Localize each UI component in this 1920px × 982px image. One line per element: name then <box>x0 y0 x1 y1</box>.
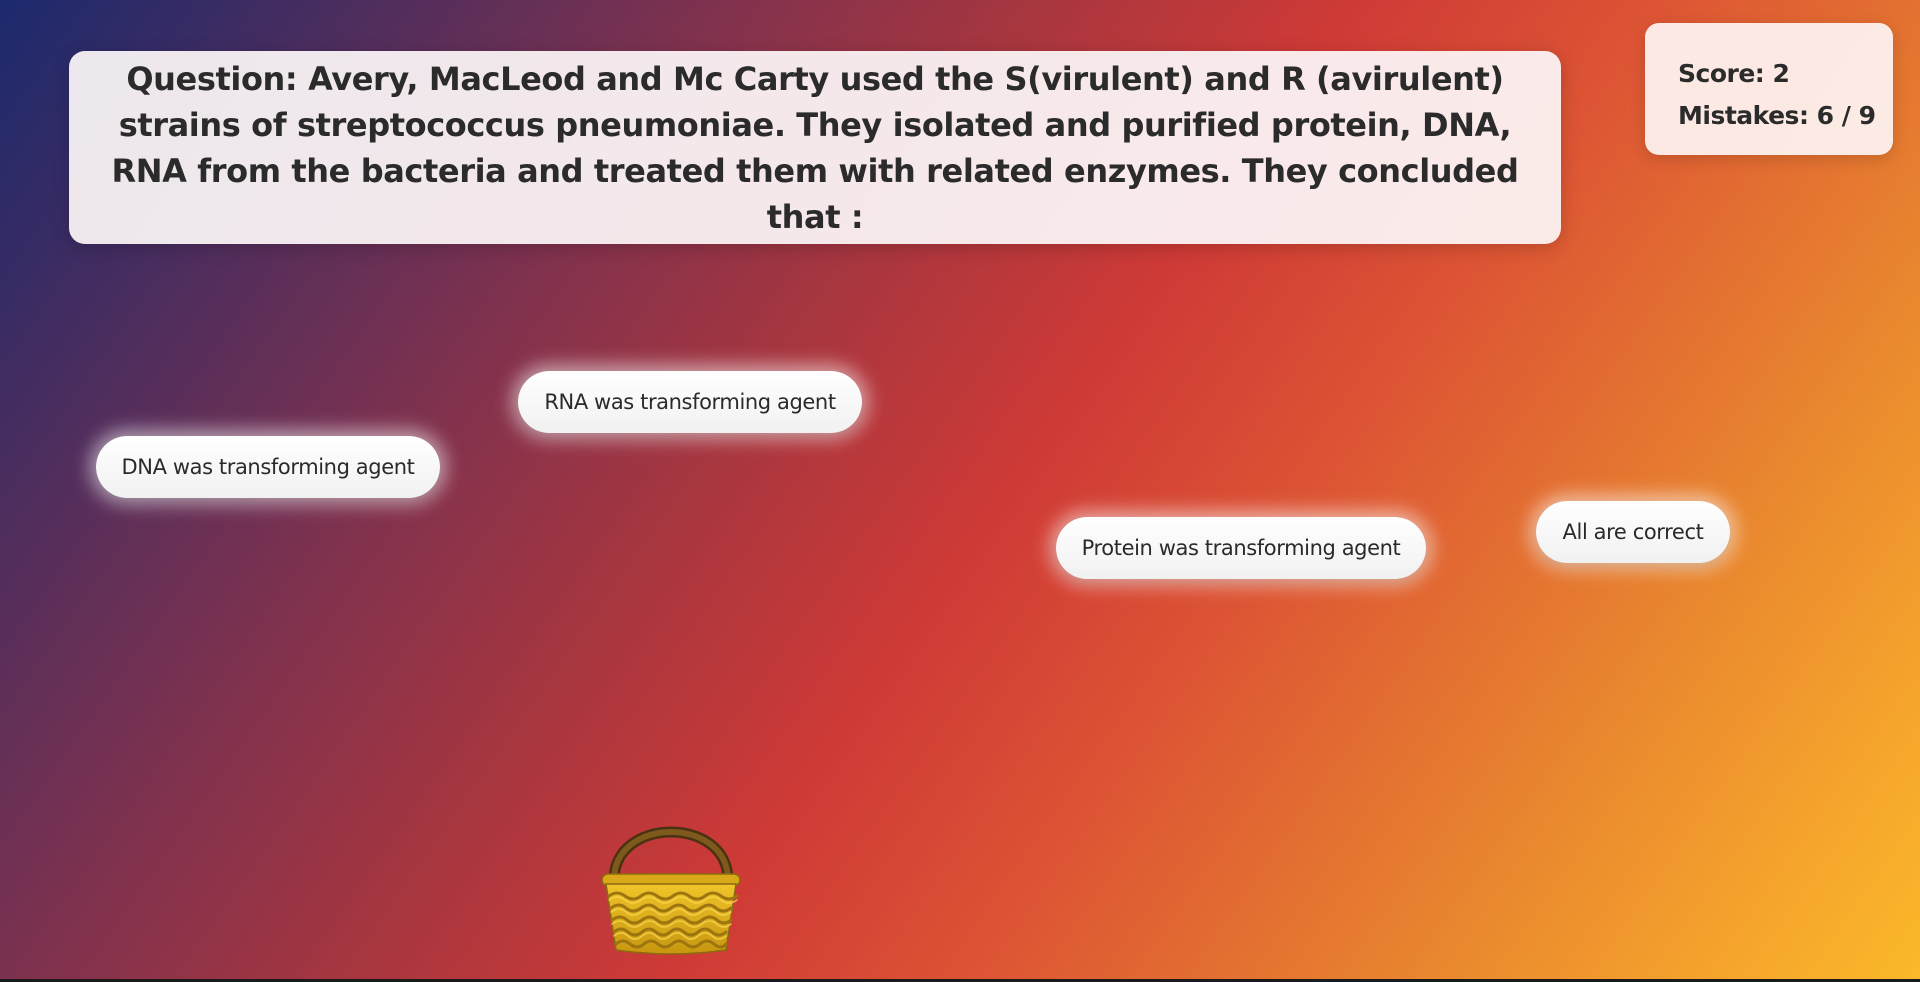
answer-rna[interactable]: RNA was transforming agent <box>518 371 862 433</box>
answer-all-correct[interactable]: All are correct <box>1536 501 1730 563</box>
basket-icon[interactable] <box>600 808 742 958</box>
mistakes-value: Mistakes: 6 / 9 <box>1678 101 1876 130</box>
question-text: Question: Avery, MacLeod and Mc Carty us… <box>111 59 1519 236</box>
score-value: Score: 2 <box>1678 59 1790 88</box>
question-panel: Question: Avery, MacLeod and Mc Carty us… <box>69 51 1561 244</box>
answer-protein[interactable]: Protein was transforming agent <box>1056 517 1426 579</box>
score-panel: Score: 2 Mistakes: 6 / 9 <box>1645 23 1893 155</box>
answer-dna[interactable]: DNA was transforming agent <box>96 436 440 498</box>
